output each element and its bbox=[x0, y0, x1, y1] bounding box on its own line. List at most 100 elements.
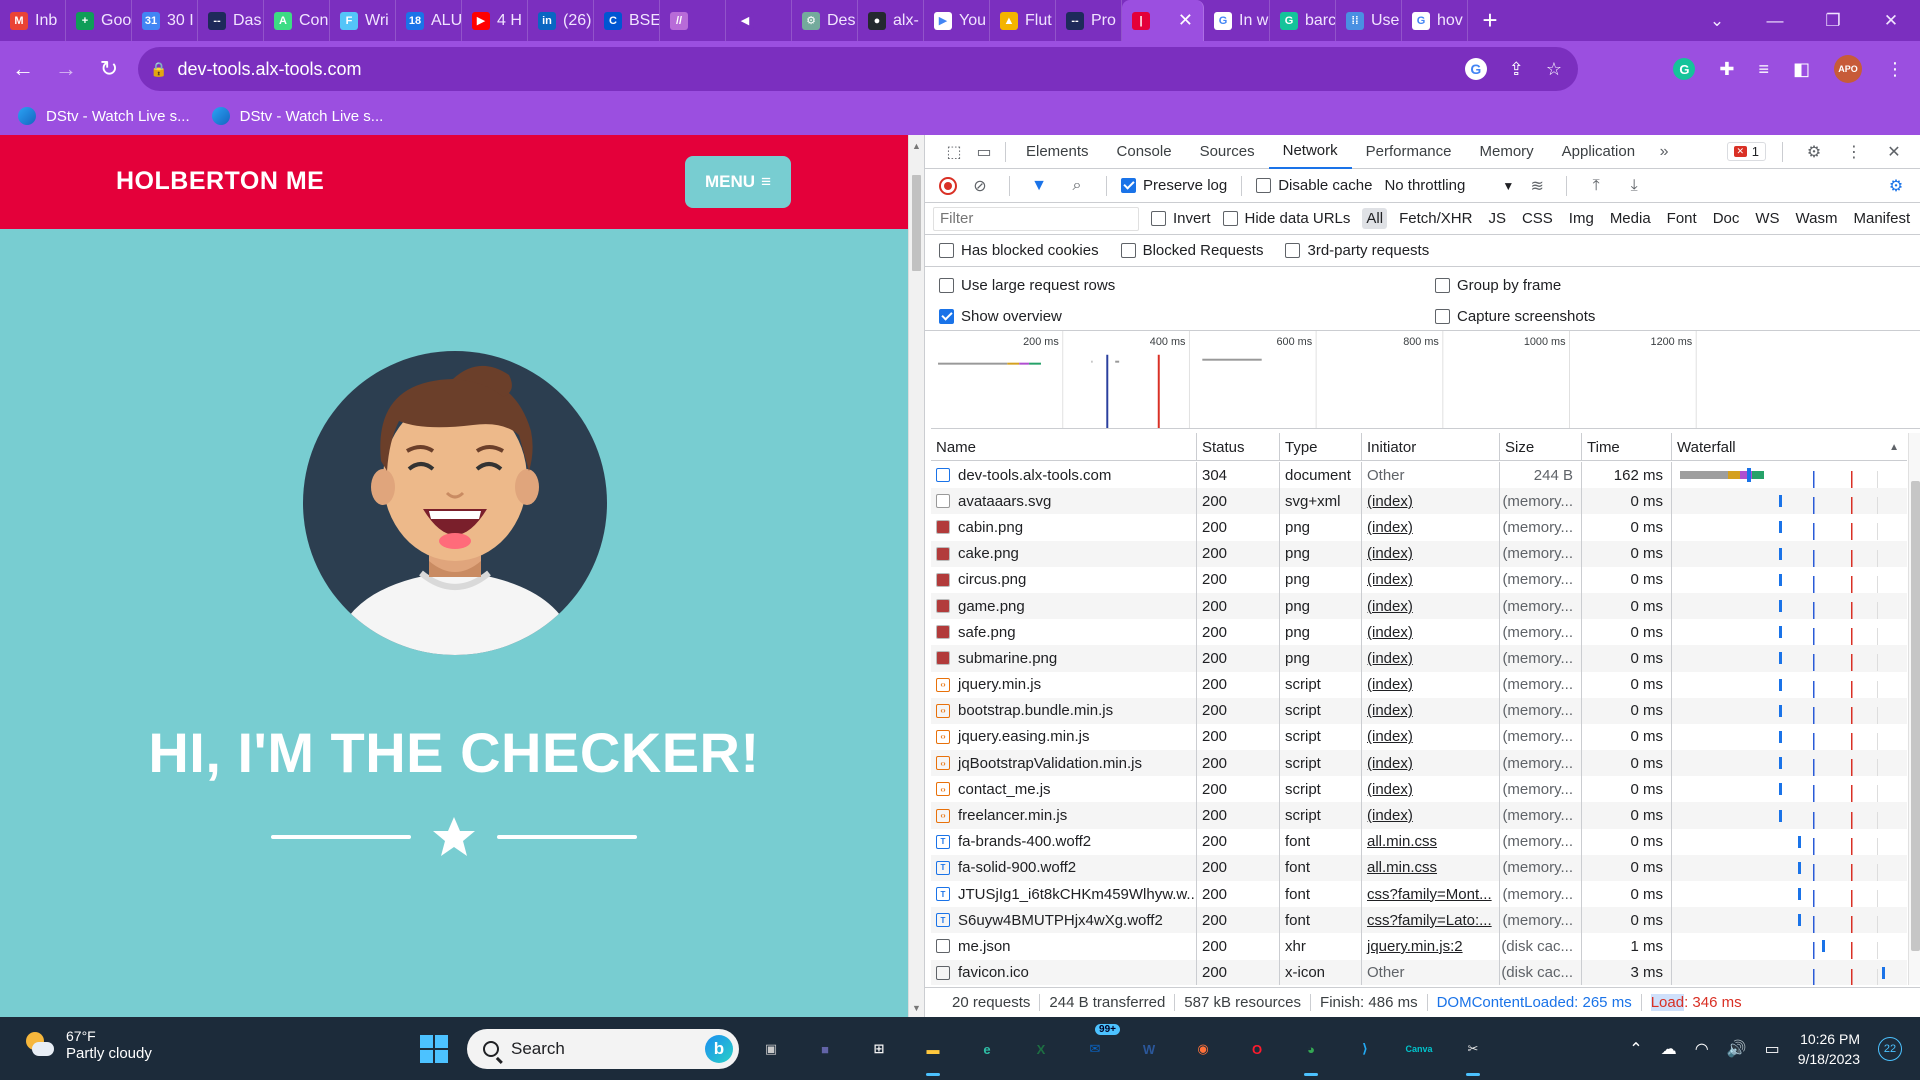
cell-initiator[interactable]: (index) bbox=[1362, 540, 1500, 567]
cell-initiator[interactable]: (index) bbox=[1362, 723, 1500, 751]
wifi-icon[interactable]: ◠ bbox=[1695, 1039, 1709, 1059]
taskbar-search[interactable]: Search b bbox=[467, 1029, 739, 1069]
table-row[interactable]: submarine.png 200 png (index) (memory... 0 ms bbox=[931, 645, 1907, 672]
opera-icon[interactable]: O bbox=[1236, 1028, 1278, 1070]
mail-icon[interactable]: ✉ 99+ bbox=[1074, 1024, 1120, 1070]
close-window-icon[interactable]: ✕ bbox=[1862, 0, 1920, 41]
notification-badge[interactable]: 22 bbox=[1878, 1036, 1902, 1061]
browser-tab[interactable]: -- Pro bbox=[1056, 0, 1122, 41]
extensions-puzzle-icon[interactable]: ✚ bbox=[1719, 59, 1734, 80]
scroll-up-icon[interactable]: ▲ bbox=[912, 141, 921, 151]
table-row[interactable]: ‹› contact_me.js 200 script (index) (memory..… bbox=[931, 776, 1907, 803]
checkbox-checked[interactable] bbox=[1121, 178, 1136, 193]
bookmark-item[interactable]: DStv - Watch Live s... bbox=[18, 107, 190, 125]
cell-initiator[interactable]: css?family=Mont... bbox=[1362, 881, 1500, 908]
browser-tab[interactable]: | ✕ bbox=[1122, 0, 1204, 41]
chrome-menu-icon[interactable]: ⋮ bbox=[1886, 59, 1904, 80]
browser-tab[interactable]: 31 30 I bbox=[132, 0, 198, 41]
checkbox[interactable] bbox=[939, 278, 954, 293]
devtools-tab-console[interactable]: Console bbox=[1103, 135, 1186, 169]
file-explorer-icon[interactable]: ▬ bbox=[912, 1028, 954, 1076]
minimize-icon[interactable]: — bbox=[1746, 0, 1804, 41]
checkbox[interactable] bbox=[939, 243, 954, 258]
has-blocked-cookies-checkbox[interactable]: Has blocked cookies bbox=[939, 242, 1099, 259]
column-header-size[interactable]: Size bbox=[1500, 433, 1582, 461]
type-filter-wasm[interactable]: Wasm bbox=[1792, 208, 1842, 229]
checkbox[interactable] bbox=[1256, 178, 1272, 193]
bing-icon[interactable]: b bbox=[705, 1035, 733, 1063]
type-filter-img[interactable]: Img bbox=[1565, 208, 1598, 229]
disable-cache-checkbox[interactable]: Disable cache bbox=[1256, 177, 1372, 194]
table-row[interactable]: game.png 200 png (index) (memory... 0 ms bbox=[931, 592, 1907, 620]
maximize-icon[interactable]: ❐ bbox=[1804, 0, 1862, 41]
tab-search-icon[interactable]: ⌄ bbox=[1688, 0, 1746, 41]
browser-tab[interactable]: ⁞⁞ Use bbox=[1336, 0, 1402, 41]
large-rows-checkbox[interactable]: Use large request rows bbox=[939, 277, 1115, 294]
table-row[interactable]: ‹› jqBootstrapValidation.min.js 200 script(… bbox=[931, 750, 1907, 777]
forward-button[interactable]: → bbox=[46, 49, 86, 89]
scrollbar-thumb[interactable] bbox=[912, 175, 921, 271]
excel-icon[interactable]: X bbox=[1020, 1028, 1062, 1070]
checkbox[interactable] bbox=[1222, 211, 1238, 226]
browser-tab[interactable]: A Con bbox=[264, 0, 330, 41]
table-row[interactable]: cabin.png 200 png (index) (memory... 0 ms bbox=[931, 514, 1907, 541]
store-icon[interactable]: ⊞ bbox=[858, 1028, 900, 1070]
cell-initiator[interactable]: (index) bbox=[1362, 697, 1500, 724]
cell-initiator[interactable]: all.min.css bbox=[1362, 854, 1500, 881]
checkbox[interactable] bbox=[1285, 243, 1301, 258]
devtools-tab-memory[interactable]: Memory bbox=[1466, 135, 1548, 169]
invert-checkbox[interactable]: Invert bbox=[1151, 210, 1211, 227]
table-row[interactable]: safe.png 200 png (index) (memory... 0 ms bbox=[931, 619, 1907, 646]
browser-tab[interactable]: G In w bbox=[1204, 0, 1270, 41]
devtools-tab-sources[interactable]: Sources bbox=[1186, 135, 1269, 169]
browser-tab[interactable]: // bbox=[660, 0, 726, 41]
chrome-icon[interactable]: ◕ bbox=[1290, 1028, 1332, 1076]
settings-gear-icon[interactable]: ⚙ bbox=[1799, 137, 1829, 167]
canva-icon[interactable]: Canva bbox=[1398, 1028, 1440, 1070]
network-conditions-icon[interactable]: ≋ bbox=[1522, 171, 1552, 201]
network-overview-timeline[interactable]: 200 ms 400 ms 600 ms 800 ms 1000 ms 1200 ms bbox=[931, 331, 1920, 429]
page-scrollbar[interactable]: ▲ ▼ bbox=[908, 135, 924, 1017]
browser-tab[interactable]: + Goo bbox=[66, 0, 132, 41]
browser-tab[interactable]: ● alx- bbox=[858, 0, 924, 41]
browser-tab[interactable]: M Inb bbox=[0, 0, 66, 41]
clear-icon[interactable]: ⊘ bbox=[965, 171, 995, 201]
type-filter-js[interactable]: JS bbox=[1484, 208, 1510, 229]
table-row[interactable]: avataaars.svg 200 svg+xml (index) (memory...… bbox=[931, 488, 1907, 515]
devtools-tab-elements[interactable]: Elements bbox=[1012, 135, 1103, 169]
inspect-element-icon[interactable]: ⬚ bbox=[939, 137, 969, 167]
table-row[interactable]: Tfa-brands-400.woff2 200 font all.min.css (m… bbox=[931, 828, 1907, 855]
checkbox[interactable] bbox=[1120, 243, 1136, 258]
type-filter-media[interactable]: Media bbox=[1606, 208, 1655, 229]
browser-tab[interactable]: C BSE bbox=[594, 0, 660, 41]
column-header-name[interactable]: Name bbox=[931, 433, 1197, 461]
weather-widget[interactable]: 67°F Partly cloudy bbox=[24, 1027, 152, 1063]
checkbox[interactable] bbox=[1435, 309, 1450, 324]
type-filter-fetchxhr[interactable]: Fetch/XHR bbox=[1395, 208, 1476, 229]
table-row[interactable]: me.json 200 xhr jquery.min.js:2 (disk cac...… bbox=[931, 933, 1907, 960]
devtools-tab-application[interactable]: Application bbox=[1548, 135, 1649, 169]
table-row[interactable]: ‹› freelancer.min.js 200 script (index) (memo… bbox=[931, 802, 1907, 829]
column-header-time[interactable]: Time bbox=[1582, 433, 1672, 461]
browser-tab[interactable]: Gbarc bbox=[1270, 0, 1336, 41]
search-icon[interactable]: ⌕ bbox=[1062, 171, 1092, 201]
profile-avatar[interactable]: APO bbox=[1834, 55, 1862, 83]
media-controls-icon[interactable]: ≡ bbox=[1758, 59, 1769, 80]
table-row[interactable]: cake.png 200 png (index) (memory... 0 ms bbox=[931, 540, 1907, 567]
table-row[interactable]: dev-tools.alx-tools.com 304 document Other 2… bbox=[931, 462, 1907, 489]
side-panel-icon[interactable]: ◧ bbox=[1793, 59, 1810, 80]
cell-initiator[interactable]: (index) bbox=[1362, 645, 1500, 672]
checkbox[interactable] bbox=[1151, 211, 1166, 226]
table-row[interactable]: favicon.ico 200 x-icon Other (disk cac... 3 m… bbox=[931, 959, 1907, 985]
close-tab-icon[interactable]: ✕ bbox=[1178, 10, 1193, 31]
cell-initiator[interactable]: (index) bbox=[1362, 802, 1500, 829]
close-devtools-icon[interactable]: ✕ bbox=[1879, 137, 1909, 167]
type-filter-doc[interactable]: Doc bbox=[1709, 208, 1744, 229]
firefox-icon[interactable]: ◉ bbox=[1182, 1028, 1224, 1070]
browser-tab[interactable]: ▶ You bbox=[924, 0, 990, 41]
error-counter[interactable]: ✕ 1 bbox=[1726, 142, 1766, 161]
chevron-up-icon[interactable]: ⌃ bbox=[1629, 1039, 1642, 1059]
throttling-select[interactable]: No throttling ▼ bbox=[1384, 177, 1514, 194]
column-header-initiator[interactable]: Initiator bbox=[1362, 433, 1500, 461]
bookmark-item[interactable]: DStv - Watch Live s... bbox=[211, 107, 383, 125]
